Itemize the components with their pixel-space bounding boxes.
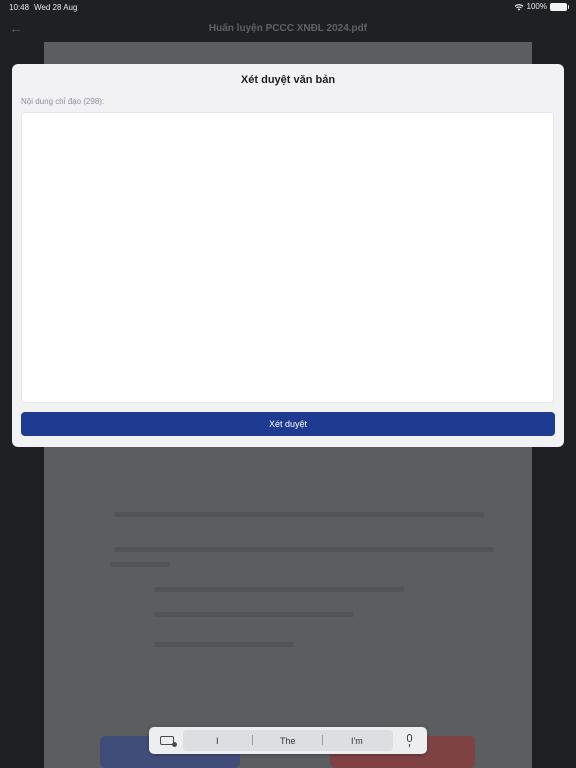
microphone-icon[interactable] (407, 734, 412, 747)
document-line (114, 547, 494, 552)
keyboard-suggestion-bar: I The I'm (149, 727, 427, 754)
approve-button[interactable]: Xét duyệt (21, 412, 555, 436)
document-line (114, 512, 484, 517)
battery-icon (550, 2, 569, 11)
document-title: Huấn luyện PCCC XNĐL 2024.pdf (208, 23, 368, 34)
suggestion-separator (252, 735, 253, 745)
status-right: 100% (514, 2, 569, 11)
suggestion-item[interactable]: I'm (351, 736, 363, 746)
status-date: Wed 28 Aug (34, 3, 78, 12)
status-time: 10:48 (9, 3, 30, 12)
document-line (154, 642, 294, 647)
document-line (154, 587, 404, 592)
document-top-bar: ← Huấn luyện PCCC XNĐL 2024.pdf (0, 14, 576, 42)
wifi-icon (514, 3, 523, 10)
status-bar: 10:48 Wed 28 Aug 100% (0, 0, 576, 14)
document-line (154, 612, 354, 617)
suggestion-separator (322, 735, 323, 745)
suggestion-item[interactable]: I (216, 736, 219, 746)
modal-title: Xét duyệt văn bản (240, 74, 336, 86)
review-modal: Xét duyệt văn bản Nội dung chỉ đạo (298)… (12, 64, 564, 447)
suggestion-item[interactable]: The (280, 736, 296, 746)
document-line (110, 562, 170, 567)
directive-textarea[interactable] (21, 112, 554, 403)
directive-field-label: Nội dung chỉ đạo (298): (21, 97, 105, 106)
keyboard-icon[interactable] (160, 736, 177, 747)
battery-percent: 100% (526, 2, 547, 11)
